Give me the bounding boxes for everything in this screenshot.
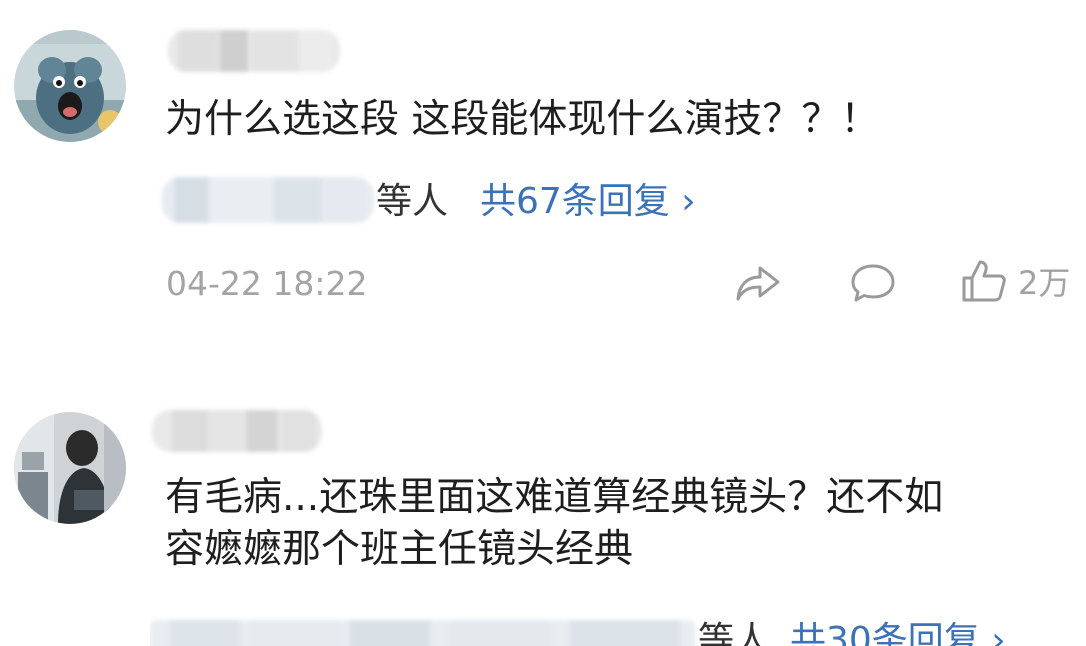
username-blurred[interactable] — [168, 30, 340, 72]
replier-names-blurred — [150, 620, 695, 646]
reply-summary[interactable]: 等人 共30条回复 › — [150, 612, 1086, 646]
username-blurred[interactable] — [152, 410, 322, 452]
user-avatar[interactable] — [14, 412, 126, 524]
comment-text: 有毛病...还珠里面这难道算经典镜头？还不如 容嬷嬷那个班主任镜头经典 — [165, 475, 944, 572]
like-button[interactable]: 2万 — [960, 258, 1070, 304]
reply-summary[interactable]: 等人 共67条回复 › — [162, 177, 762, 227]
comment-timestamp: 04-22 18:22 — [166, 264, 368, 303]
comment-item: 有毛病...还珠里面这难道算经典镜头？还不如 容嬷嬷那个班主任镜头经典 等人 共… — [0, 400, 1086, 646]
comment-text: 为什么选这段 这段能体现什么演技？？！ — [165, 97, 880, 142]
cartoon-rat-avatar-icon — [14, 30, 126, 142]
reply-count-link[interactable]: 共30条回复 › — [790, 616, 1006, 646]
user-avatar[interactable] — [14, 30, 126, 142]
replier-others-label: 等人 — [376, 181, 449, 222]
comment-button[interactable] — [850, 262, 896, 304]
thumbs-up-icon — [962, 260, 1006, 302]
comment-item: 为什么选这段 这段能体现什么演技？？！ 等人 共67条回复 › 04-22 18… — [0, 0, 1086, 330]
replier-others-label: 等人 — [698, 620, 771, 646]
reply-count-link[interactable]: 共67条回复 › — [480, 177, 696, 227]
person-photo-avatar-icon — [14, 412, 126, 524]
replier-names-blurred — [162, 177, 374, 223]
share-icon — [736, 266, 780, 301]
like-count: 2万 — [1018, 264, 1071, 302]
share-button[interactable] — [734, 262, 782, 304]
comment-bubble-icon — [851, 264, 895, 302]
